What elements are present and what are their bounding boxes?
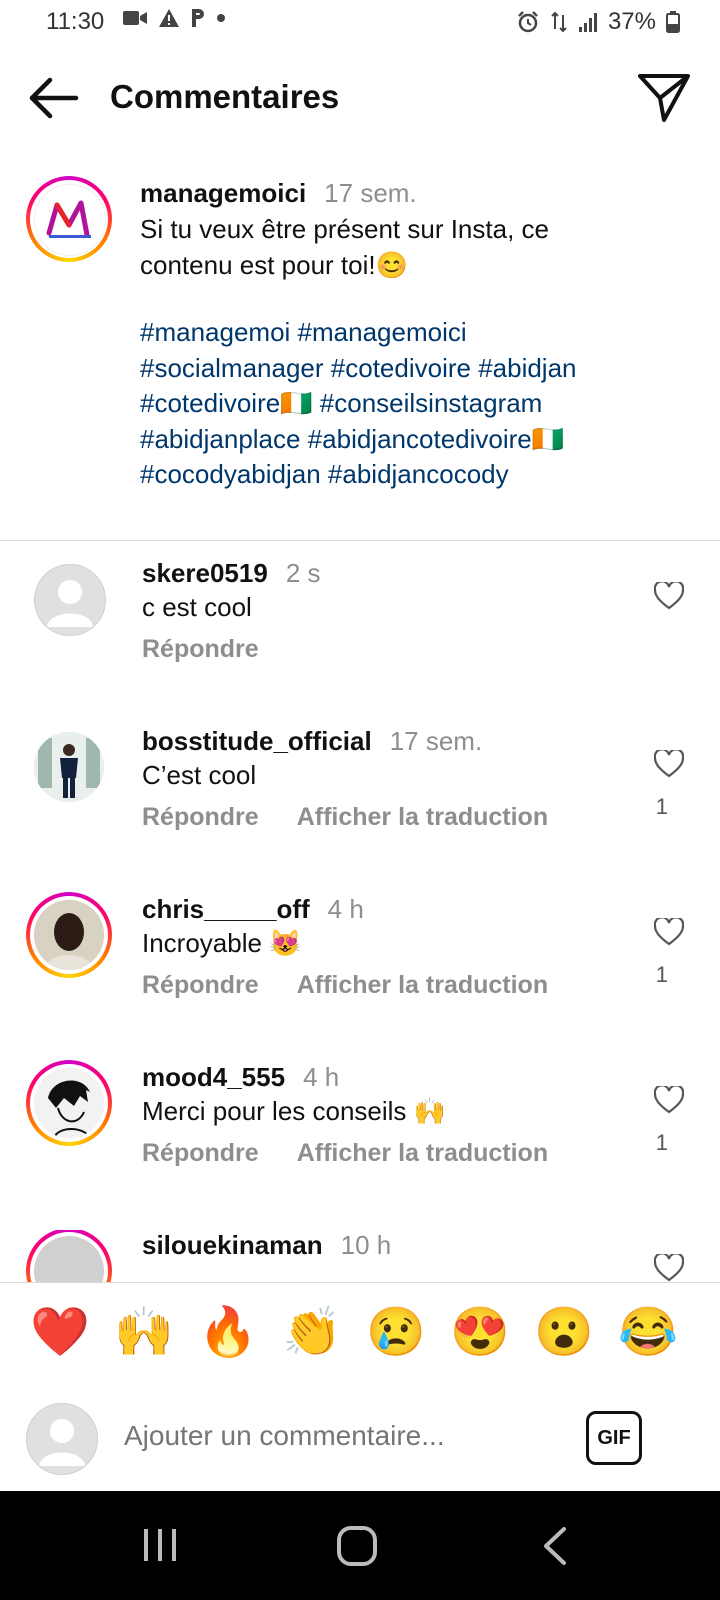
comment-time: 17 sem. xyxy=(389,726,483,756)
comment-item: silouekinaman 10 h xyxy=(0,1230,720,1282)
anime-drawing-icon xyxy=(34,1068,104,1138)
reply-button[interactable]: Répondre xyxy=(142,635,259,664)
reply-button[interactable]: Répondre xyxy=(142,803,259,832)
like-heart-icon[interactable] xyxy=(654,1254,684,1282)
hashtag-line[interactable]: #cocodyabidjan #abidjancocody xyxy=(140,457,680,493)
story-ring[interactable] xyxy=(26,1060,112,1146)
system-nav-bar xyxy=(0,1491,720,1600)
like-count[interactable]: 1 xyxy=(656,794,668,820)
like-heart-icon[interactable] xyxy=(654,750,684,778)
person-photo-icon xyxy=(34,900,104,970)
alarm-icon xyxy=(518,11,538,33)
hashtag-line[interactable]: #cotedivoire🇨🇮 #conseilsinstagram xyxy=(140,386,680,422)
video-call-icon xyxy=(123,11,147,25)
status-bar: 11:30 37% xyxy=(0,0,720,44)
default-avatar-icon xyxy=(47,580,93,627)
managemoici-logo-icon xyxy=(46,200,91,238)
caption-username[interactable]: managemoici xyxy=(140,178,306,208)
see-translation-button[interactable]: Afficher la traduction xyxy=(297,803,548,832)
battery-percent: 37% xyxy=(607,8,656,35)
back-arrow-icon[interactable] xyxy=(26,74,82,122)
like-heart-icon[interactable] xyxy=(654,1086,684,1114)
my-avatar xyxy=(26,1403,98,1475)
like-count[interactable]: 1 xyxy=(656,1130,668,1156)
signal-icon xyxy=(578,13,597,32)
avatar xyxy=(34,184,106,256)
app-header: Commentaires xyxy=(0,54,720,144)
recent-apps-icon[interactable] xyxy=(140,1525,180,1565)
comment-item: skere0519 2 s c est cool Répondre xyxy=(0,558,720,728)
see-translation-button[interactable]: Afficher la traduction xyxy=(297,1139,548,1168)
see-translation-button[interactable]: Afficher la traduction xyxy=(297,971,548,1000)
comment-username[interactable]: mood4_555 xyxy=(142,1062,285,1092)
hashtag-line[interactable]: #socialmanager #cotedivoire #abidjan xyxy=(140,351,680,387)
default-avatar-icon xyxy=(39,1419,85,1466)
caption-hashtags: #managemoi #managemoici #socialmanager #… xyxy=(140,315,680,493)
comment-time: 2 s xyxy=(285,558,321,588)
caption-text: Si tu veux être présent sur Insta, ce co… xyxy=(140,214,549,280)
comment-time: 4 h xyxy=(303,1062,340,1092)
comment-text: Merci pour les conseils 🙌 xyxy=(142,1096,447,1126)
caption-time: 17 sem. xyxy=(324,178,417,208)
avatar[interactable] xyxy=(34,732,104,802)
like-count[interactable]: 1 xyxy=(656,962,668,988)
comment-time: 4 h xyxy=(327,894,364,924)
comment-input[interactable] xyxy=(122,1419,566,1453)
reply-button[interactable]: Répondre xyxy=(142,971,259,1000)
comment-text: C’est cool xyxy=(142,760,257,790)
page-title: Commentaires xyxy=(110,78,340,115)
comment-composer: GIF xyxy=(0,1383,720,1491)
battery-icon xyxy=(666,11,680,33)
story-ring[interactable] xyxy=(26,176,112,262)
emoji-raising-hands-button[interactable]: 🙌 xyxy=(114,1305,174,1361)
dot-icon xyxy=(217,14,225,22)
reply-button[interactable]: Répondre xyxy=(142,1139,259,1168)
story-ring[interactable] xyxy=(26,1230,112,1282)
emoji-heart-eyes-button[interactable]: 😍 xyxy=(450,1305,510,1361)
hashtag-line[interactable]: #abidjanplace #abidjancotedivoire🇨🇮 xyxy=(140,422,680,458)
status-system-icons: 37% xyxy=(516,8,680,36)
post-caption: managemoici 17 sem. Si tu veux être prése… xyxy=(0,170,720,541)
parking-icon xyxy=(192,9,204,27)
emoji-quick-bar: ❤️ 🙌 🔥 👏 😢 😍 😮 😂 xyxy=(0,1282,720,1384)
like-heart-icon[interactable] xyxy=(654,918,684,946)
comment-text: Incroyable 😻 xyxy=(142,928,302,958)
hashtag-line[interactable]: #managemoi #managemoici xyxy=(140,315,680,351)
avatar xyxy=(34,1068,104,1138)
gif-button[interactable]: GIF xyxy=(586,1411,642,1465)
emoji-crying-button[interactable]: 😢 xyxy=(366,1305,426,1361)
emoji-fire-button[interactable]: 🔥 xyxy=(198,1305,258,1361)
comment-time: 10 h xyxy=(340,1230,392,1260)
comment-username[interactable]: bosstitude_official xyxy=(142,726,372,756)
emoji-clap-button[interactable]: 👏 xyxy=(282,1305,342,1361)
emoji-heart-button[interactable]: ❤️ xyxy=(30,1305,90,1361)
comment-username[interactable]: chris_____off xyxy=(142,894,310,924)
comment-item: chris_____off 4 h Incroyable 😻 Répondre Af… xyxy=(0,892,720,1064)
comment-username[interactable]: skere0519 xyxy=(142,558,268,588)
status-time: 11:30 xyxy=(46,8,105,35)
send-icon[interactable] xyxy=(636,70,692,126)
back-nav-icon[interactable] xyxy=(540,1525,570,1567)
avatar[interactable] xyxy=(34,564,106,636)
home-icon[interactable] xyxy=(336,1525,378,1567)
like-heart-icon[interactable] xyxy=(654,582,684,610)
emoji-laughing-button[interactable]: 😂 xyxy=(618,1305,678,1361)
comment-text: c est cool xyxy=(142,592,252,622)
warning-icon xyxy=(159,9,179,27)
person-photo-icon xyxy=(34,732,104,802)
avatar xyxy=(34,900,104,970)
emoji-surprised-button[interactable]: 😮 xyxy=(534,1305,594,1361)
comment-item: mood4_555 4 h Merci pour les conseils 🙌 R… xyxy=(0,1060,720,1232)
data-transfer-icon xyxy=(551,11,567,33)
comment-item: bosstitude_official 17 sem. C’est cool Ré… xyxy=(0,726,720,896)
comment-username[interactable]: silouekinaman xyxy=(142,1230,323,1260)
story-ring[interactable] xyxy=(26,892,112,978)
status-notification-icons xyxy=(122,8,226,28)
